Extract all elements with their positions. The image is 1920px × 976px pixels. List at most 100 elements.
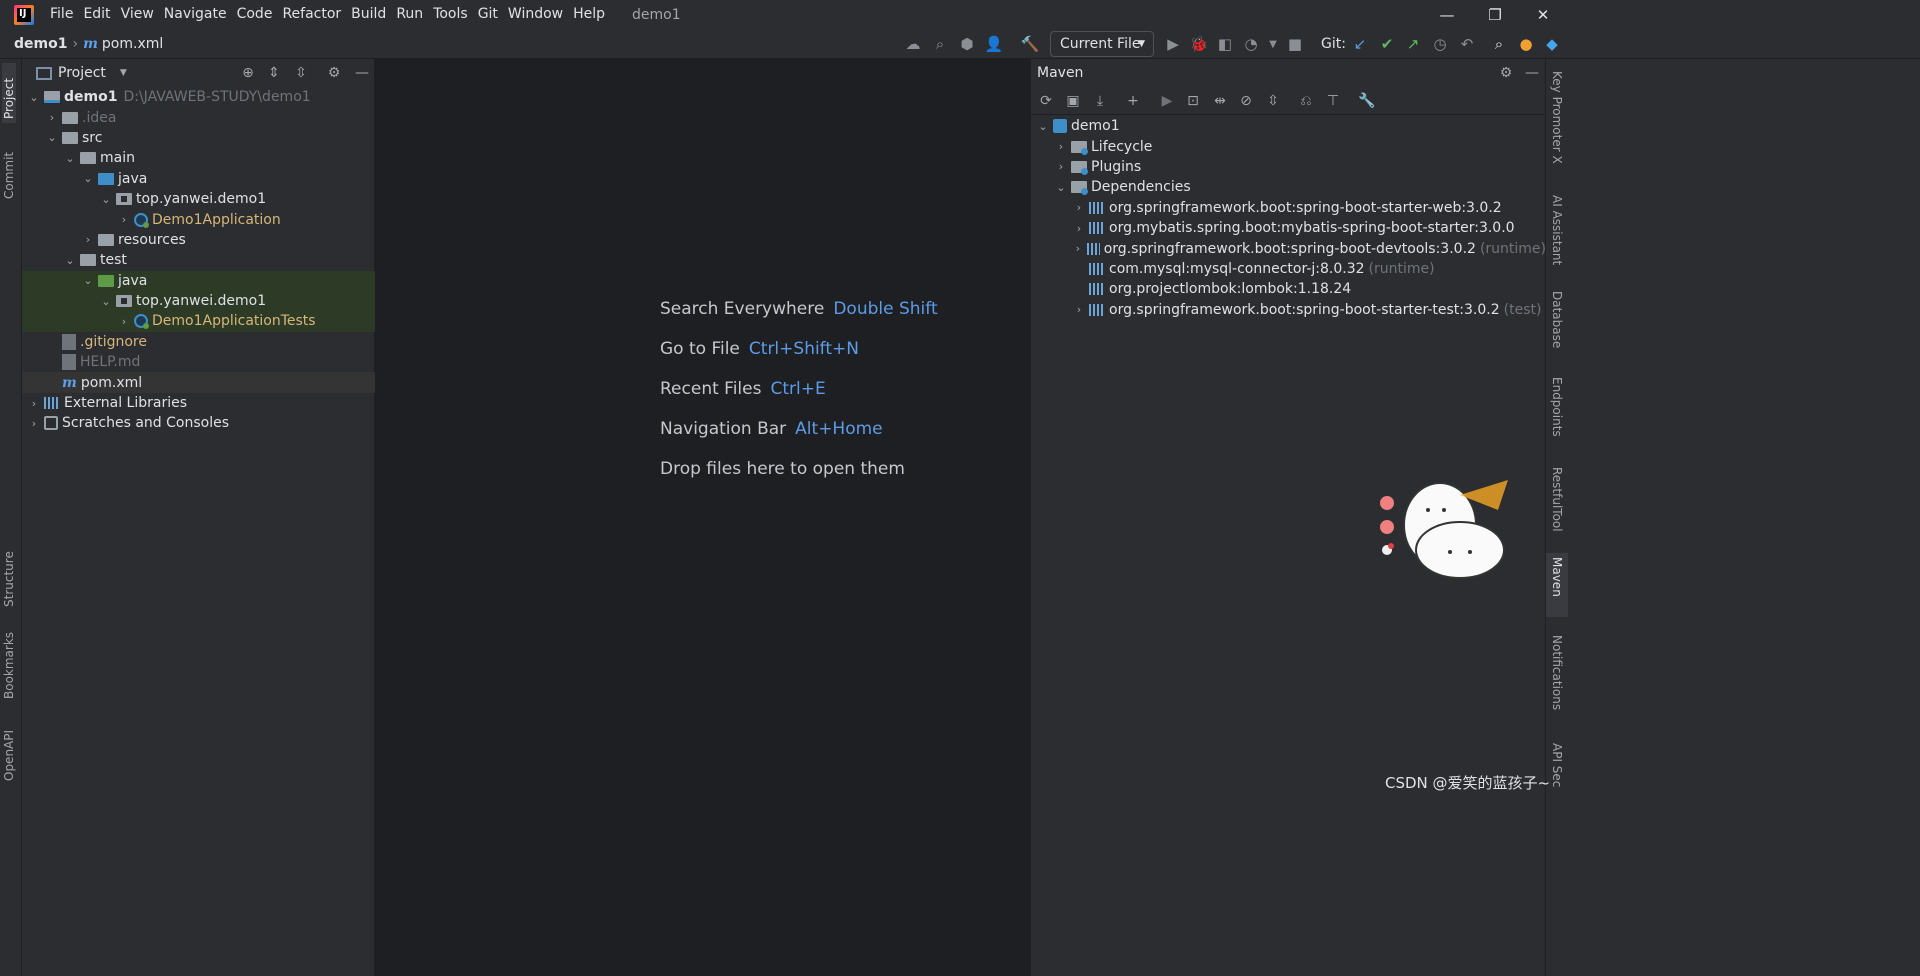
coverage-icon[interactable]: ◧ <box>1214 33 1236 55</box>
dependency-row[interactable]: › org.mybatis.spring.boot:mybatis-spring-… <box>1031 218 1546 238</box>
tab-api-sec[interactable]: API Sec <box>1550 743 1564 803</box>
tab-maven[interactable]: Maven <box>1546 553 1568 617</box>
cloud-icon[interactable]: ☁ <box>902 33 924 55</box>
menu-refactor[interactable]: Refactor <box>277 0 346 29</box>
git-push-icon[interactable]: ↗ <box>1402 33 1424 55</box>
menu-run[interactable]: Run <box>391 0 428 29</box>
dependency-row[interactable]: › org.springframework.boot:spring-boot-de… <box>1031 238 1546 258</box>
run-icon[interactable]: ▶ <box>1157 91 1177 111</box>
locate-icon[interactable]: ⊕ <box>238 63 258 83</box>
menu-navigate[interactable]: Navigate <box>159 0 232 29</box>
project-tree-row[interactable]: .gitignore <box>22 332 375 352</box>
project-panel-title[interactable]: Project <box>58 65 106 81</box>
project-tree-row[interactable]: › Scratches and Consoles <box>22 413 375 433</box>
chevron-down-icon[interactable]: ⌄ <box>100 193 112 206</box>
hexagon-icon[interactable]: ⬢ <box>956 33 978 55</box>
collapse-all-icon[interactable]: ⇳ <box>291 63 311 83</box>
tab-ai-assistant[interactable]: AI Assistant <box>1550 195 1564 285</box>
menu-code[interactable]: Code <box>232 0 278 29</box>
chevron-right-icon[interactable]: › <box>28 397 40 410</box>
stop-icon[interactable]: ■ <box>1284 33 1306 55</box>
project-tree-row[interactable]: › resources <box>22 230 375 250</box>
chevron-down-icon[interactable]: ⌄ <box>1037 120 1049 133</box>
show-dependencies-icon[interactable]: ⊤ <box>1323 91 1343 111</box>
chevron-right-icon[interactable]: › <box>28 417 40 430</box>
collapse-icon[interactable]: ⇳ <box>1263 91 1283 111</box>
menu-file[interactable]: File <box>45 0 78 29</box>
breadcrumb-file[interactable]: pom.xml <box>102 36 163 52</box>
hide-panel-icon[interactable]: — <box>352 63 372 83</box>
chevron-right-icon[interactable]: › <box>1055 140 1067 153</box>
maven-tree-row[interactable]: ⌄ demo1 <box>1031 116 1546 136</box>
plugin-icon[interactable]: ◆ <box>1541 33 1563 55</box>
more-run-icon[interactable]: ▼ <box>1262 33 1284 55</box>
tab-project[interactable]: Project <box>2 63 16 123</box>
chevron-down-icon[interactable]: ⌄ <box>64 254 76 267</box>
user-icon[interactable]: 👤 <box>983 33 1005 55</box>
chevron-right-icon[interactable]: › <box>118 315 130 328</box>
project-tree-row[interactable]: ⌄ java <box>22 169 375 189</box>
run-icon[interactable]: ▶ <box>1162 33 1184 55</box>
close-icon[interactable]: ✕ <box>1520 0 1566 29</box>
git-rollback-icon[interactable]: ↶ <box>1456 33 1478 55</box>
maven-tree-row[interactable]: ⌄ Dependencies <box>1031 177 1546 197</box>
project-tree-row[interactable]: ⌄ src <box>22 128 375 148</box>
project-tree-row[interactable]: m pom.xml <box>22 372 375 393</box>
update-icon[interactable]: ● <box>1515 33 1537 55</box>
chevron-right-icon[interactable]: › <box>118 213 130 226</box>
add-folder-icon[interactable]: ▣ <box>1063 91 1083 111</box>
maven-tree-row[interactable]: › Plugins <box>1031 157 1546 177</box>
chevron-down-icon[interactable]: ⌄ <box>64 152 76 165</box>
chevron-right-icon[interactable]: › <box>1073 222 1085 235</box>
menu-build[interactable]: Build <box>346 0 391 29</box>
reload-icon[interactable]: ⟳ <box>1036 91 1056 111</box>
dependency-row[interactable]: › org.springframework.boot:spring-boot-st… <box>1031 198 1546 218</box>
tab-database[interactable]: Database <box>1550 291 1564 361</box>
add-icon[interactable]: + <box>1123 91 1143 111</box>
menu-edit[interactable]: Edit <box>78 0 115 29</box>
intellij-logo-icon[interactable]: IJ <box>14 4 34 25</box>
project-tree-row[interactable]: › .idea <box>22 107 375 127</box>
project-tree-row[interactable]: ⌄ main <box>22 148 375 168</box>
breadcrumb-project[interactable]: demo1 <box>0 36 67 52</box>
git-update-icon[interactable]: ↙ <box>1349 33 1371 55</box>
chevron-down-icon[interactable]: ▼ <box>120 68 127 78</box>
dependency-row[interactable]: org.projectlombok:lombok:1.18.24 <box>1031 279 1546 299</box>
build-hammer-icon[interactable]: 🔨 <box>1019 33 1041 55</box>
tab-openapi[interactable]: OpenAPI <box>2 721 16 781</box>
chevron-right-icon[interactable]: › <box>46 111 58 124</box>
project-tree-row[interactable]: ⌄ java <box>22 270 375 291</box>
menu-tools[interactable]: Tools <box>428 0 473 29</box>
wrench-icon[interactable]: 🔧 <box>1357 91 1377 111</box>
search-icon[interactable]: ⌕ <box>1488 33 1510 55</box>
dependency-row[interactable]: com.mysql:mysql-connector-j:8.0.32 (runti… <box>1031 259 1546 279</box>
editor-area[interactable]: Search Everywhere Double Shift Go to File C… <box>375 59 1030 976</box>
menu-window[interactable]: Window <box>503 0 568 29</box>
debug-icon[interactable]: 🐞 <box>1188 33 1210 55</box>
tab-bookmarks[interactable]: Bookmarks <box>2 627 16 699</box>
gear-icon[interactable]: ⚙ <box>1496 63 1516 83</box>
expand-all-icon[interactable]: ⇕ <box>264 63 284 83</box>
tab-structure[interactable]: Structure <box>2 539 16 607</box>
hide-panel-icon[interactable]: — <box>1522 63 1542 83</box>
project-tree-row[interactable]: › External Libraries <box>22 393 375 413</box>
dependency-row[interactable]: › org.springframework.boot:spring-boot-st… <box>1031 300 1546 320</box>
menu-view[interactable]: View <box>116 0 159 29</box>
execute-goal-icon[interactable]: ⊡ <box>1183 91 1203 111</box>
tab-restfultool[interactable]: RestfulTool <box>1550 467 1564 545</box>
analyze-icon[interactable]: ⎌ <box>1296 91 1316 111</box>
chevron-down-icon[interactable]: ⌄ <box>28 91 40 104</box>
search-replace-icon[interactable]: ⌕ <box>929 33 951 55</box>
maven-tree-row[interactable]: › Lifecycle <box>1031 136 1546 156</box>
project-tree-row[interactable]: ⌄ demo1 D:\JAVAWEB-STUDY\demo1 <box>22 87 375 107</box>
restore-icon[interactable]: ❐ <box>1472 0 1518 29</box>
chevron-down-icon[interactable]: ⌄ <box>100 295 112 308</box>
download-icon[interactable]: ⤓ <box>1090 91 1110 111</box>
menu-help[interactable]: Help <box>568 0 610 29</box>
chevron-right-icon[interactable]: › <box>82 233 94 246</box>
tab-key-promoter[interactable]: Key Promoter X <box>1550 71 1564 181</box>
project-tree-row[interactable]: ⌄ test <box>22 250 375 270</box>
tab-commit[interactable]: Commit <box>2 139 16 199</box>
project-tree-row[interactable]: ⌄ top.yanwei.demo1 <box>22 290 375 312</box>
chevron-right-icon[interactable]: › <box>1073 242 1083 255</box>
